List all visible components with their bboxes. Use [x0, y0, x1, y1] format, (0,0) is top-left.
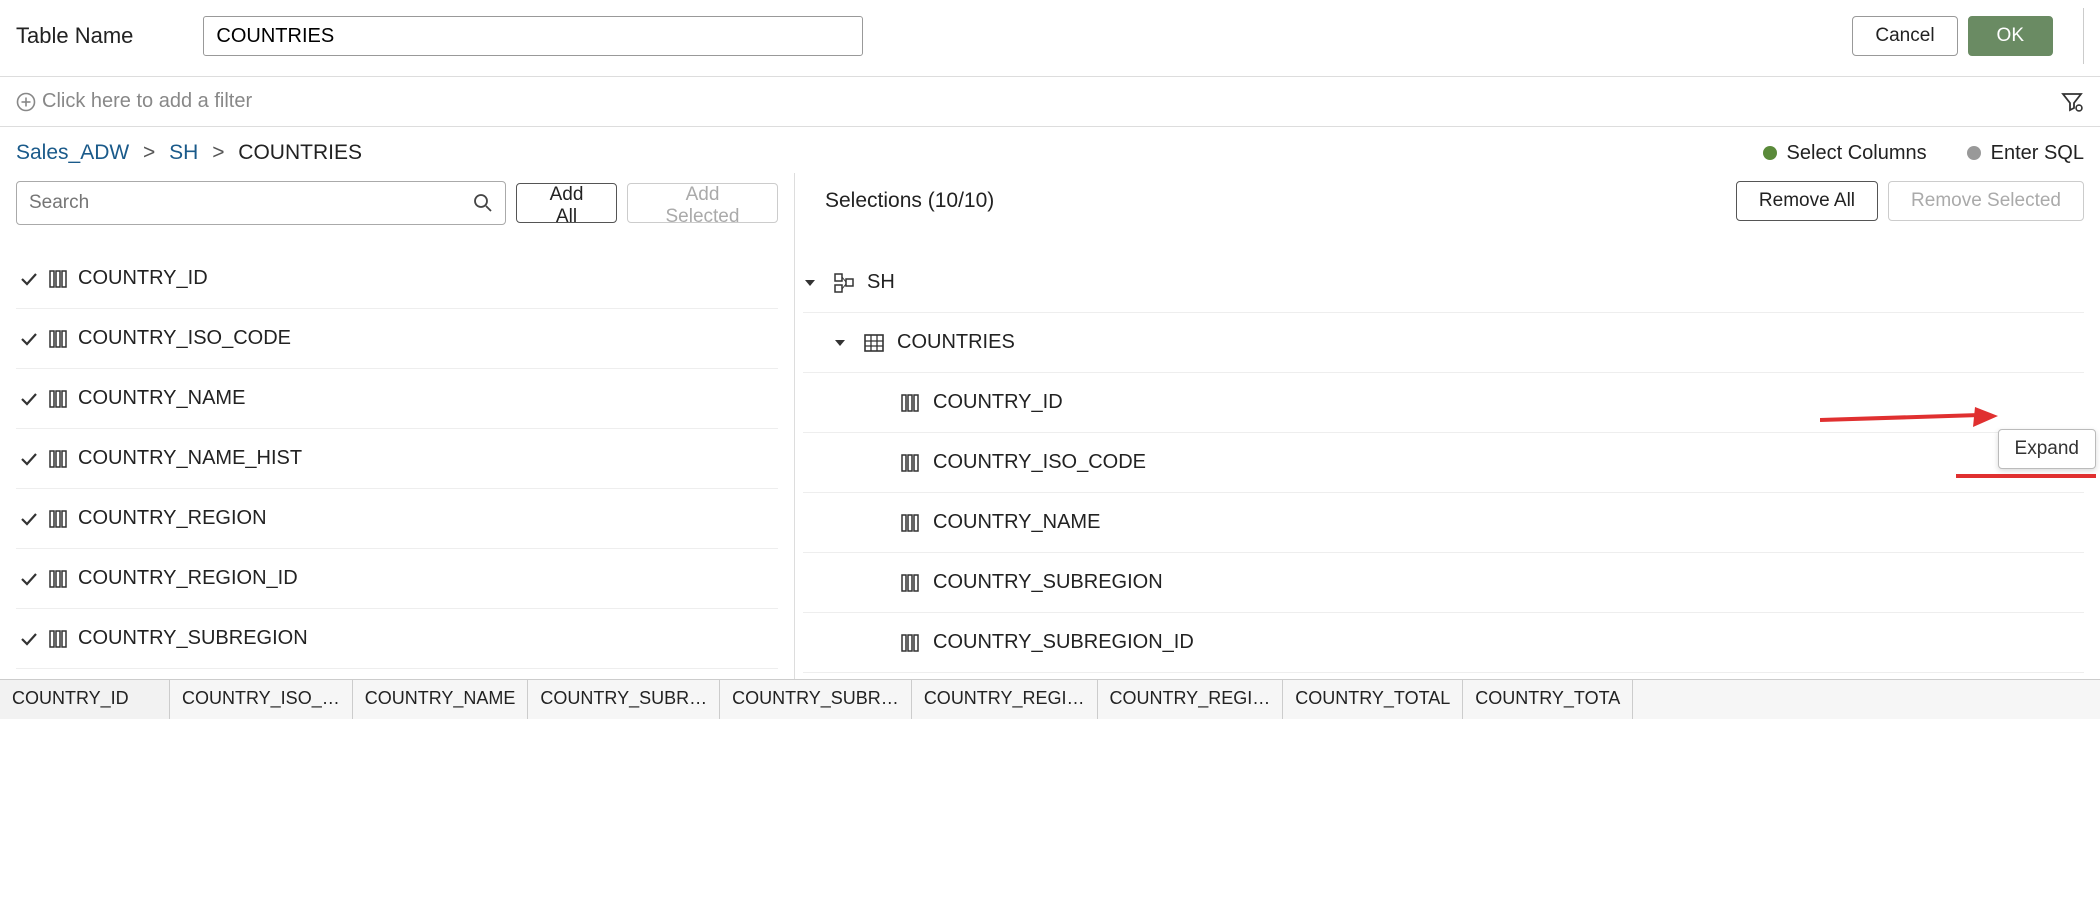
column-icon	[897, 513, 923, 533]
column-icon	[897, 393, 923, 413]
column-icon	[44, 389, 72, 409]
column-panes: COUNTRY_ID COUNTRY_ISO_CODE COUNTRY_NAME CO…	[0, 239, 2100, 679]
selected-column-row[interactable]: COUNTRY_SUBREGION	[803, 553, 2084, 613]
plus-circle-icon	[16, 92, 36, 112]
check-icon	[16, 329, 42, 349]
column-tab[interactable]: COUNTRY_SUBR…	[720, 680, 912, 719]
table-name-label: Table Name	[16, 23, 133, 49]
column-icon	[44, 269, 72, 289]
column-name: COUNTRY_ID	[933, 391, 1063, 414]
column-tab[interactable]: COUNTRY_REGI…	[912, 680, 1098, 719]
column-name: COUNTRY_ISO_CODE	[78, 327, 291, 350]
available-columns: COUNTRY_ID COUNTRY_ISO_CODE COUNTRY_NAME CO…	[0, 239, 795, 679]
column-icon	[44, 449, 72, 469]
selected-columns: SH COUNTRIES COUNTRY_ID COUNTRY_ISO_CODE C…	[795, 239, 2100, 679]
column-tab[interactable]: COUNTRY_NAME	[353, 680, 529, 719]
available-column-row[interactable]: COUNTRY_ID	[16, 249, 778, 309]
schema-label: SH	[867, 271, 895, 294]
column-tab[interactable]: COUNTRY_REGI…	[1098, 680, 1284, 719]
ok-button[interactable]: OK	[1968, 16, 2053, 56]
divider	[2083, 8, 2084, 64]
selected-column-row[interactable]: COUNTRY_NAME	[803, 493, 2084, 553]
check-icon	[16, 629, 42, 649]
available-column-row[interactable]: COUNTRY_NAME_HIST	[16, 429, 778, 489]
breadcrumb-sh[interactable]: SH	[169, 141, 198, 164]
available-column-row[interactable]: COUNTRY_ISO_CODE	[16, 309, 778, 369]
filter-settings-icon[interactable]	[2060, 90, 2084, 114]
breadcrumb-sales-adw[interactable]: Sales_ADW	[16, 141, 129, 164]
table-name-input[interactable]	[203, 16, 863, 56]
table-label: COUNTRIES	[897, 331, 1015, 354]
column-tab[interactable]: COUNTRY_ISO_…	[170, 680, 353, 719]
breadcrumb-row: Sales_ADW > SH > COUNTRIES Select Column…	[0, 127, 2100, 173]
mode-select-columns[interactable]: Select Columns	[1763, 142, 1927, 165]
schema-icon	[831, 272, 857, 294]
search-box[interactable]	[16, 181, 506, 225]
column-tab[interactable]: COUNTRY_TOTAL	[1283, 680, 1463, 719]
expand-tooltip: Expand	[1998, 429, 2096, 469]
column-icon	[897, 633, 923, 653]
column-name: COUNTRY_REGION	[78, 507, 267, 530]
column-icon	[897, 573, 923, 593]
column-tab[interactable]: COUNTRY_TOTA	[1463, 680, 1633, 719]
radio-unselected-icon	[1967, 146, 1981, 160]
check-icon	[16, 449, 42, 469]
table-icon	[861, 332, 887, 354]
column-icon	[44, 629, 72, 649]
collapse-icon[interactable]	[833, 336, 851, 350]
add-all-button[interactable]: Add All	[516, 183, 617, 223]
filter-bar[interactable]: Click here to add a filter	[0, 77, 2100, 127]
remove-selected-button: Remove Selected	[1888, 181, 2084, 221]
check-icon	[16, 509, 42, 529]
selected-column-row[interactable]: COUNTRY_SUBREGION_ID	[803, 613, 2084, 673]
column-name: COUNTRY_ID	[78, 267, 208, 290]
column-icon	[897, 453, 923, 473]
column-name: COUNTRY_NAME	[78, 387, 245, 410]
column-name: COUNTRY_ISO_CODE	[933, 451, 1146, 474]
mode-enter-sql[interactable]: Enter SQL	[1967, 142, 2084, 165]
filter-placeholder: Click here to add a filter	[42, 90, 252, 113]
right-actions: Selections (10/10) Remove All Remove Sel…	[795, 173, 2100, 235]
available-column-row[interactable]: COUNTRY_REGION_ID	[16, 549, 778, 609]
breadcrumb-current: COUNTRIES	[238, 141, 362, 164]
top-bar: Table Name Cancel OK	[0, 0, 2100, 77]
column-name: COUNTRY_SUBREGION	[78, 627, 308, 650]
remove-all-button[interactable]: Remove All	[1736, 181, 1878, 221]
check-icon	[16, 569, 42, 589]
left-actions: Add All Add Selected	[0, 173, 794, 239]
column-tab[interactable]: COUNTRY_ID	[0, 680, 170, 719]
column-name: COUNTRY_SUBREGION	[933, 571, 1163, 594]
selected-column-row[interactable]: COUNTRY_ID	[803, 373, 2084, 433]
column-icon	[44, 569, 72, 589]
tree-schema-row[interactable]: SH	[803, 253, 2084, 313]
column-name: COUNTRY_NAME	[933, 511, 1100, 534]
check-icon	[16, 269, 42, 289]
selections-title: Selections (10/10)	[825, 189, 994, 213]
column-tab[interactable]: COUNTRY_SUBR…	[528, 680, 720, 719]
tree-table-row[interactable]: COUNTRIES	[803, 313, 2084, 373]
search-icon	[473, 193, 493, 213]
column-icon	[44, 329, 72, 349]
check-icon	[16, 389, 42, 409]
selected-column-row[interactable]: COUNTRY_ISO_CODE	[803, 433, 2084, 493]
column-name: COUNTRY_SUBREGION_ID	[933, 631, 1194, 654]
column-name: COUNTRY_NAME_HIST	[78, 447, 302, 470]
column-name: COUNTRY_REGION_ID	[78, 567, 298, 590]
search-input[interactable]	[29, 192, 473, 214]
available-column-row[interactable]: COUNTRY_NAME	[16, 369, 778, 429]
radio-selected-icon	[1763, 146, 1777, 160]
available-column-row[interactable]: COUNTRY_REGION	[16, 489, 778, 549]
cancel-button[interactable]: Cancel	[1852, 16, 1957, 56]
column-icon	[44, 509, 72, 529]
breadcrumb: Sales_ADW > SH > COUNTRIES	[16, 141, 362, 165]
collapse-icon[interactable]	[803, 276, 821, 290]
add-selected-button: Add Selected	[627, 183, 778, 223]
column-tabs: COUNTRY_IDCOUNTRY_ISO_…COUNTRY_NAMECOUNT…	[0, 679, 2100, 719]
available-column-row[interactable]: COUNTRY_SUBREGION	[16, 609, 778, 669]
